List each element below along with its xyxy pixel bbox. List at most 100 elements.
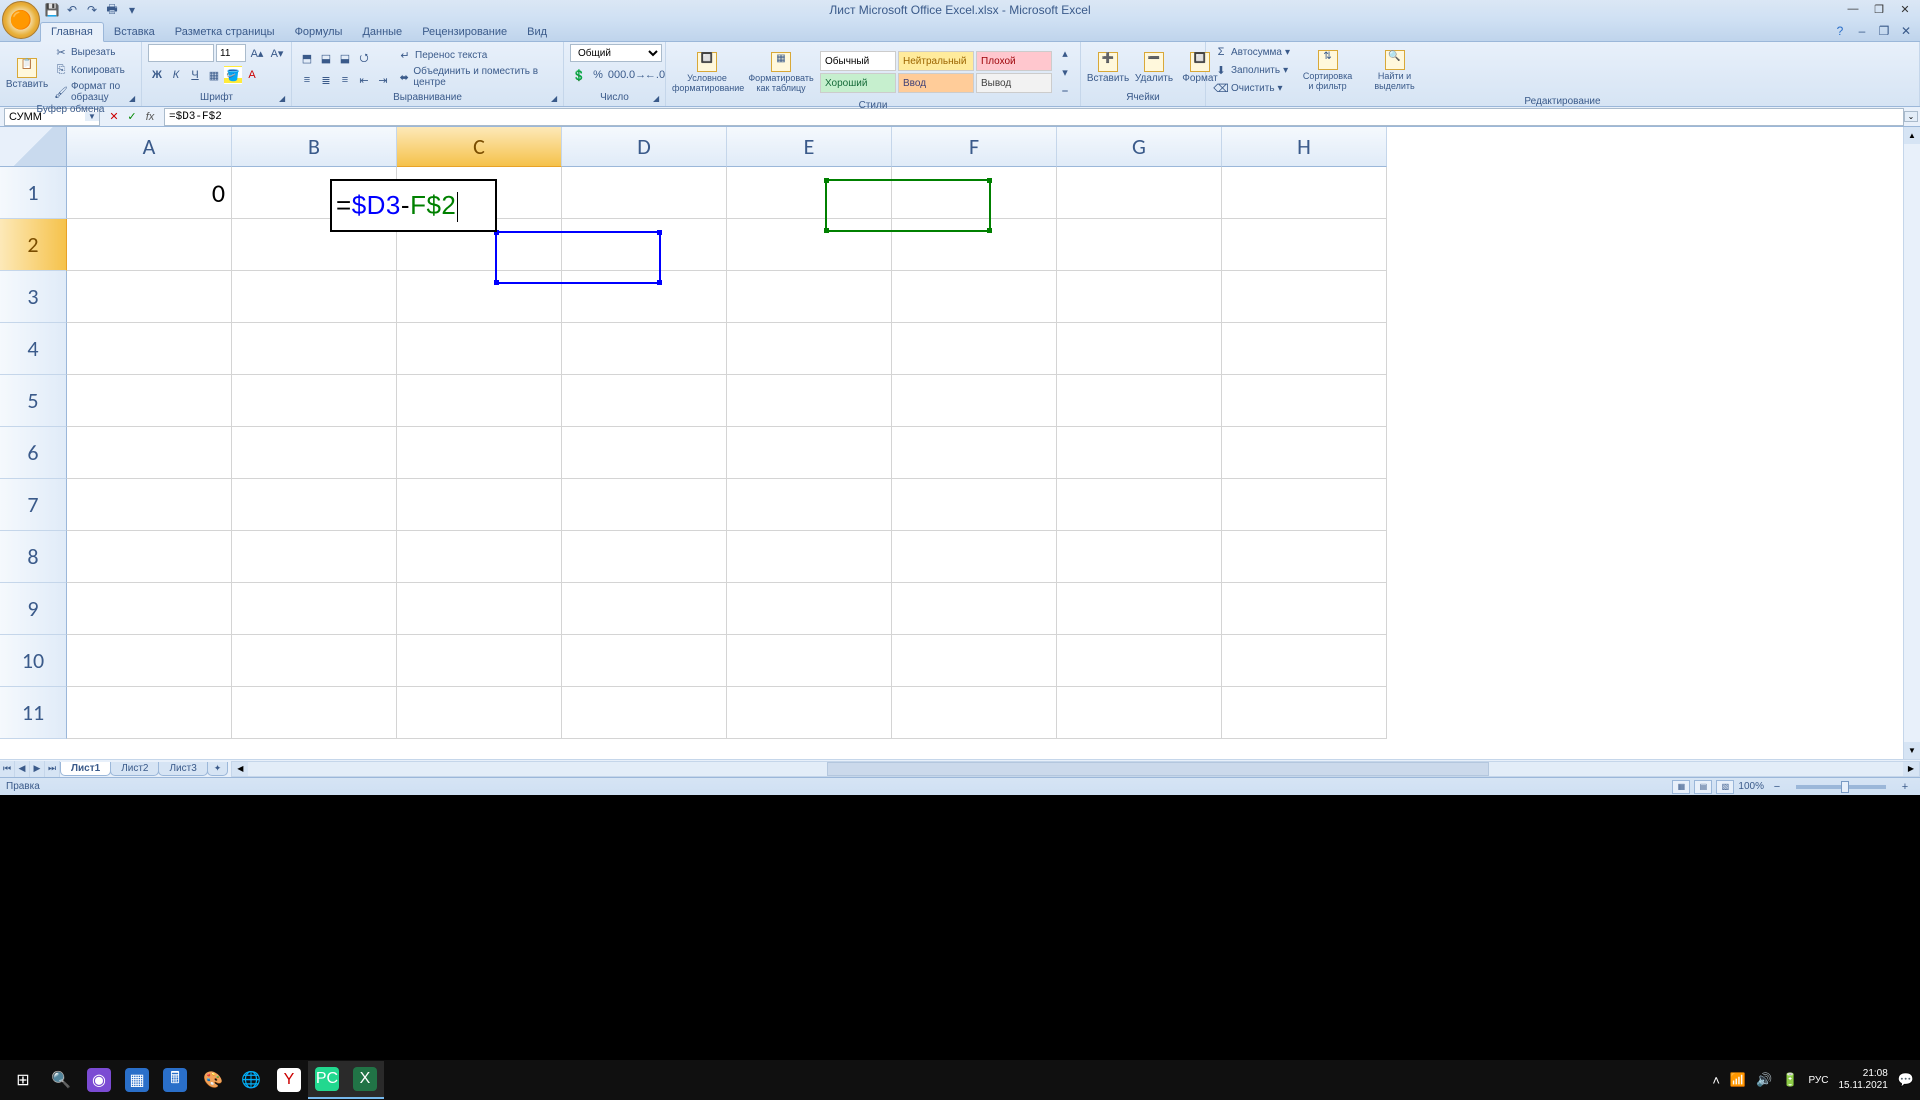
cell-C7[interactable] <box>397 479 562 531</box>
row-header-9[interactable]: 9 <box>0 583 67 635</box>
tab-home[interactable]: Главная <box>40 22 104 42</box>
sheet-tab-2[interactable]: Лист2 <box>110 762 159 776</box>
clear-button[interactable]: ⌫Очистить ▾ <box>1212 80 1292 96</box>
tray-volume-icon[interactable]: 🔊 <box>1756 1072 1772 1088</box>
taskbar-app-1[interactable]: ◉ <box>80 1061 118 1099</box>
row-header-11[interactable]: 11 <box>0 687 67 739</box>
zoom-in-icon[interactable]: + <box>1896 778 1914 796</box>
view-page-layout-icon[interactable]: ▤ <box>1694 780 1712 794</box>
conditional-formatting-button[interactable]: 🔲Условное форматирование <box>672 50 742 95</box>
row-header-7[interactable]: 7 <box>0 479 67 531</box>
cell-A1[interactable]: 0 <box>67 167 232 219</box>
cell-H6[interactable] <box>1222 427 1387 479</box>
cell-D2[interactable] <box>562 219 727 271</box>
sheet-nav-next-icon[interactable]: ▶ <box>30 761 45 777</box>
undo-icon[interactable]: ↶ <box>64 2 80 18</box>
tray-language[interactable]: РУС <box>1808 1075 1828 1086</box>
col-header-G[interactable]: G <box>1057 127 1222 167</box>
cell-A2[interactable] <box>67 219 232 271</box>
cell-F9[interactable] <box>892 583 1057 635</box>
cell-B8[interactable] <box>232 531 397 583</box>
cell-E1[interactable] <box>727 167 892 219</box>
minimize-button[interactable]: — <box>1840 0 1866 18</box>
style-input[interactable]: Ввод <box>898 73 974 93</box>
help-icon[interactable]: ? <box>1832 23 1848 39</box>
format-painter-button[interactable]: 🖌Формат по образцу <box>52 80 135 104</box>
copy-button[interactable]: ⎘Копировать <box>52 62 135 78</box>
style-gallery-more-icon[interactable]: ⎯ <box>1056 82 1074 100</box>
tray-chevron-icon[interactable]: ˄ <box>1712 1073 1720 1088</box>
cell-A7[interactable] <box>67 479 232 531</box>
col-header-H[interactable]: H <box>1222 127 1387 167</box>
cell-A10[interactable] <box>67 635 232 687</box>
cell-A6[interactable] <box>67 427 232 479</box>
scroll-down-icon[interactable]: ▼ <box>1904 742 1920 759</box>
zoom-out-icon[interactable]: − <box>1768 778 1786 796</box>
decrease-font-icon[interactable]: A▾ <box>268 44 286 62</box>
align-top-icon[interactable]: ⬒ <box>298 49 316 67</box>
tab-page-layout[interactable]: Разметка страницы <box>165 23 285 41</box>
minimize-ribbon-icon[interactable]: – <box>1854 23 1870 39</box>
cell-H9[interactable] <box>1222 583 1387 635</box>
search-button[interactable]: 🔍 <box>42 1061 80 1099</box>
cell-D7[interactable] <box>562 479 727 531</box>
cell-G7[interactable] <box>1057 479 1222 531</box>
fx-icon[interactable]: fx <box>142 109 158 125</box>
decrease-decimal-icon[interactable]: ←.0 <box>646 66 664 84</box>
orientation-icon[interactable]: ⭯ <box>355 49 373 67</box>
cell-D10[interactable] <box>562 635 727 687</box>
taskbar-app-2[interactable]: ▦ <box>118 1061 156 1099</box>
increase-indent-icon[interactable]: ⇥ <box>374 71 392 89</box>
row-header-8[interactable]: 8 <box>0 531 67 583</box>
cell-D4[interactable] <box>562 323 727 375</box>
cell-G2[interactable] <box>1057 219 1222 271</box>
taskbar-yandex[interactable]: Y <box>270 1061 308 1099</box>
cell-B11[interactable] <box>232 687 397 739</box>
align-middle-icon[interactable]: ⬓ <box>317 49 335 67</box>
print-icon[interactable]: 🖶 <box>104 2 120 18</box>
cell-F3[interactable] <box>892 271 1057 323</box>
col-header-E[interactable]: E <box>727 127 892 167</box>
tray-clock[interactable]: 21:08 15.11.2021 <box>1839 1068 1888 1092</box>
taskbar-excel[interactable]: X <box>346 1061 384 1099</box>
cell-C5[interactable] <box>397 375 562 427</box>
align-right-icon[interactable]: ≡ <box>336 71 354 89</box>
cell-G11[interactable] <box>1057 687 1222 739</box>
cell-F7[interactable] <box>892 479 1057 531</box>
style-good[interactable]: Хороший <box>820 73 896 93</box>
increase-decimal-icon[interactable]: .0→ <box>627 66 645 84</box>
tray-wifi-icon[interactable]: 📶 <box>1730 1072 1746 1088</box>
formula-bar-expand-icon[interactable]: ⌄ <box>1904 111 1918 122</box>
cell-C11[interactable] <box>397 687 562 739</box>
cell-H11[interactable] <box>1222 687 1387 739</box>
cell-F10[interactable] <box>892 635 1057 687</box>
row-header-3[interactable]: 3 <box>0 271 67 323</box>
cell-C10[interactable] <box>397 635 562 687</box>
tab-view[interactable]: Вид <box>517 23 557 41</box>
cell-B7[interactable] <box>232 479 397 531</box>
align-left-icon[interactable]: ≡ <box>298 71 316 89</box>
restore-button[interactable]: ❐ <box>1866 0 1892 18</box>
fill-button[interactable]: ⬇Заполнить ▾ <box>1212 62 1292 78</box>
style-output[interactable]: Вывод <box>976 73 1052 93</box>
cell-E9[interactable] <box>727 583 892 635</box>
qat-customize-icon[interactable]: ▾ <box>124 2 140 18</box>
hscroll-left-icon[interactable]: ◀ <box>232 762 248 776</box>
currency-icon[interactable]: 💲 <box>570 66 588 84</box>
view-normal-icon[interactable]: ▦ <box>1672 780 1690 794</box>
cell-H1[interactable] <box>1222 167 1387 219</box>
cell-D3[interactable] <box>562 271 727 323</box>
cell-D5[interactable] <box>562 375 727 427</box>
number-format-combo[interactable]: Общий <box>570 44 662 62</box>
format-as-table-button[interactable]: ▦Форматировать как таблицу <box>746 50 816 95</box>
cell-E3[interactable] <box>727 271 892 323</box>
autosum-button[interactable]: ΣАвтосумма ▾ <box>1212 44 1292 60</box>
sort-filter-button[interactable]: ⇅Сортировка и фильтр <box>1296 48 1359 93</box>
cell-A5[interactable] <box>67 375 232 427</box>
scroll-up-icon[interactable]: ▲ <box>1904 127 1920 144</box>
cell-E2[interactable] <box>727 219 892 271</box>
sheet-tab-3[interactable]: Лист3 <box>158 762 207 776</box>
select-all-button[interactable] <box>0 127 67 167</box>
cell-E11[interactable] <box>727 687 892 739</box>
increase-font-icon[interactable]: A▴ <box>248 44 266 62</box>
